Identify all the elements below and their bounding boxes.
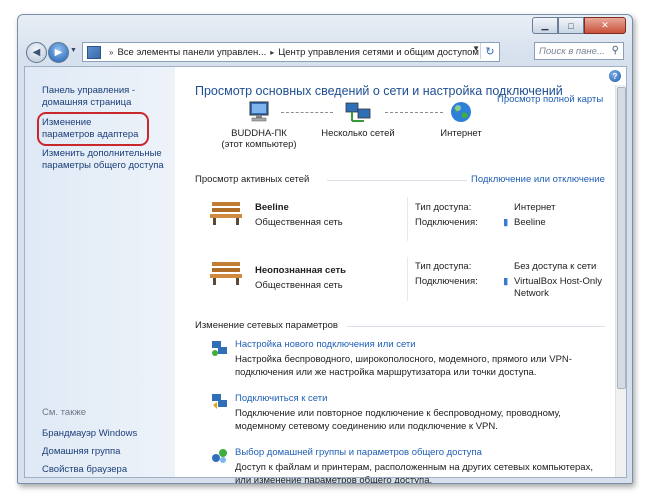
computer-icon xyxy=(249,101,269,122)
scrollbar-thumb[interactable] xyxy=(617,87,626,389)
network-name: Beeline xyxy=(255,202,289,213)
sidebar-item-homegroup[interactable]: Домашняя группа xyxy=(42,446,172,458)
bench-icon xyxy=(210,262,242,285)
network-type: Общественная сеть xyxy=(255,280,343,291)
full-map-link[interactable]: Просмотр полной карты xyxy=(497,94,603,105)
task-connect-network-link[interactable]: Подключиться к сети xyxy=(235,393,327,404)
sidebar-item-firewall[interactable]: Брандмауэр Windows xyxy=(42,428,172,440)
navigation-bar: ◀ ▶ ▼ » Все элементы панели управлен... … xyxy=(24,40,626,64)
main-panel: ? Просмотр основных сведений о сети и на… xyxy=(175,67,626,483)
task-description: Подключение или повторное подключение к … xyxy=(235,408,561,432)
breadcrumb-all-items[interactable]: Все элементы панели управлен... xyxy=(117,47,266,58)
refresh-icon[interactable]: ↻ xyxy=(480,43,499,59)
multiple-networks-icon xyxy=(345,102,371,122)
address-bar[interactable]: » Все элементы панели управлен... ▸ Цент… xyxy=(82,42,500,62)
connection-link-continued[interactable]: Network xyxy=(514,288,549,299)
map-node-label: Интернет xyxy=(440,128,482,139)
sidebar-item-home[interactable]: Панель управления - домашняя страница xyxy=(42,85,172,109)
caption-buttons: ▁ □ ✕ xyxy=(532,17,626,34)
access-type-label: Тип доступа: xyxy=(415,261,472,272)
task-new-connection-link[interactable]: Настройка нового подключения или сети xyxy=(235,339,416,350)
new-connection-icon xyxy=(212,341,227,356)
map-node-label: Несколько сетей xyxy=(321,128,395,139)
globe-icon xyxy=(451,102,471,122)
connect-disconnect-link[interactable]: Подключение или отключение xyxy=(471,174,605,185)
see-also-label: См. также xyxy=(42,407,86,418)
search-icon[interactable]: ⚲ xyxy=(612,45,619,56)
map-node-sublabel: (этот компьютер) xyxy=(221,139,297,150)
connection-link[interactable]: Beeline xyxy=(514,217,546,228)
minimize-button[interactable]: ▁ xyxy=(532,17,558,34)
chevron-right-icon[interactable]: » xyxy=(109,48,113,57)
active-networks-header: Просмотр активных сетей xyxy=(195,174,310,185)
forward-button[interactable]: ▶ xyxy=(48,42,69,63)
task-description: Настройка беспроводного, широкополосного… xyxy=(235,354,572,378)
column-divider xyxy=(407,197,408,241)
history-dropdown-icon[interactable]: ▼ xyxy=(70,47,77,54)
section-divider xyxy=(347,326,605,327)
network-name: Неопознанная сеть xyxy=(255,265,346,276)
map-node-label: BUDDHA-ПК xyxy=(231,128,287,139)
help-icon[interactable]: ? xyxy=(609,70,621,82)
change-settings-header: Изменение сетевых параметров xyxy=(195,320,338,331)
column-divider xyxy=(407,257,408,301)
search-placeholder: Поиск в пане... xyxy=(539,45,605,57)
sidebar-item-sharing-settings[interactable]: Изменить дополнительные параметры общего… xyxy=(42,148,172,172)
section-divider xyxy=(327,180,467,181)
network-adapter-icon: ▮ xyxy=(503,276,509,287)
connections-label: Подключения: xyxy=(415,276,478,287)
window: ▁ □ ✕ ◀ ▶ ▼ » Все элементы панели управл… xyxy=(17,14,633,484)
search-input[interactable]: Поиск в пане... ⚲ xyxy=(534,42,624,60)
task-homegroup-link[interactable]: Выбор домашней группы и параметров общег… xyxy=(235,447,482,458)
sidebar-item-browser-properties[interactable]: Свойства браузера xyxy=(42,464,172,476)
map-node-networks[interactable]: Несколько сетей xyxy=(315,101,401,139)
map-node-internet[interactable]: Интернет xyxy=(431,101,491,139)
access-type-value: Интернет xyxy=(514,202,556,213)
access-type-label: Тип доступа: xyxy=(415,202,472,213)
connections-label: Подключения: xyxy=(415,217,478,228)
chevron-right-icon[interactable]: ▸ xyxy=(270,48,274,57)
content-area: Панель управления - домашняя страница Из… xyxy=(24,66,627,483)
network-type-link[interactable]: Общественная сеть xyxy=(255,217,343,228)
map-node-computer[interactable]: BUDDHA-ПК (этот компьютер) xyxy=(219,101,299,150)
connection-link[interactable]: VirtualBox Host-Only xyxy=(514,276,602,287)
task-description: Доступ к файлам и принтерам, расположенн… xyxy=(235,462,593,484)
access-type-value: Без доступа к сети xyxy=(514,261,597,272)
maximize-button[interactable]: □ xyxy=(558,17,584,34)
network-adapter-icon: ▮ xyxy=(503,217,509,228)
homegroup-icon xyxy=(212,449,227,463)
breadcrumb-network-center[interactable]: Центр управления сетями и общим доступом xyxy=(278,47,479,58)
bench-icon xyxy=(210,202,242,225)
close-button[interactable]: ✕ xyxy=(584,17,626,34)
sidebar: Панель управления - домашняя страница Из… xyxy=(25,67,175,477)
back-button[interactable]: ◀ xyxy=(26,42,47,63)
address-dropdown-icon[interactable]: ▼ xyxy=(472,44,480,53)
connect-network-icon xyxy=(212,394,227,409)
vertical-scrollbar[interactable] xyxy=(615,85,626,477)
control-panel-icon xyxy=(87,45,101,59)
sidebar-item-adapter-settings[interactable]: Изменение параметров адаптера xyxy=(37,112,149,146)
